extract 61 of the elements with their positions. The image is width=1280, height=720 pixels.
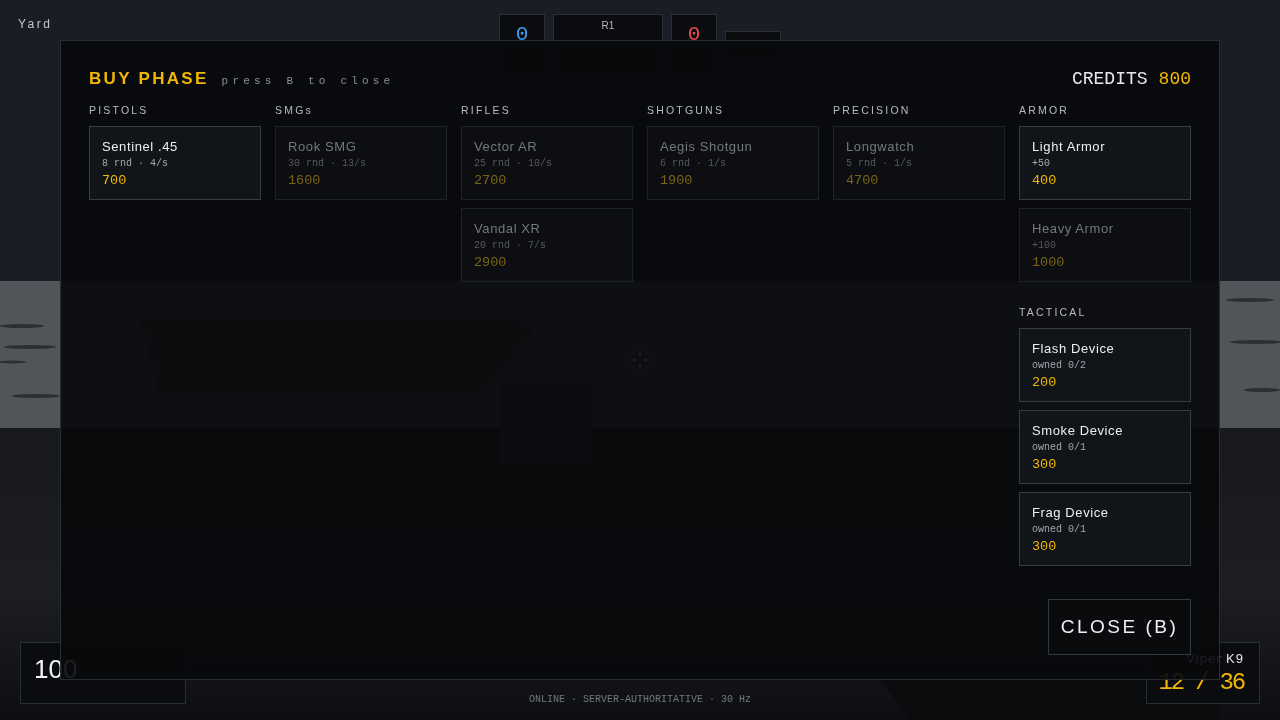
- buy-card[interactable]: Flash Device owned 0/2 200: [1019, 328, 1191, 402]
- item-stats: +50: [1032, 157, 1050, 170]
- item-price: 1900: [660, 172, 693, 190]
- item-stats: owned 0/1: [1032, 441, 1086, 454]
- item-name: Aegis Shotgun: [660, 138, 753, 155]
- item-price: 200: [1032, 374, 1057, 392]
- item-price: 1600: [288, 172, 321, 190]
- item-price: 400: [1032, 172, 1057, 190]
- item-name: Flash Device: [1032, 340, 1115, 357]
- item-name: Frag Device: [1032, 504, 1109, 521]
- item-stats: owned 0/2: [1032, 359, 1086, 372]
- buy-card[interactable]: Light Armor +50 400: [1019, 126, 1191, 200]
- team-score: 0: [515, 22, 529, 48]
- item-price: 4700: [846, 172, 879, 190]
- buy-card[interactable]: Longwatch 5 rnd · 1/s 4700: [833, 126, 1005, 200]
- item-price: 2700: [474, 172, 507, 190]
- close-hint: press B to close: [221, 75, 395, 87]
- category-heading: SHOTGUNS: [647, 104, 725, 117]
- credits-label: CREDITS: [1071, 69, 1148, 89]
- buy-card[interactable]: Smoke Device owned 0/1 300: [1019, 410, 1191, 484]
- item-stats: +100: [1032, 239, 1056, 252]
- item-name: Vandal XR: [474, 220, 541, 237]
- item-price: 300: [1032, 538, 1057, 556]
- buy-card[interactable]: Sentinel .45 8 rnd · 4/s 700: [89, 126, 261, 200]
- item-name: Vector AR: [474, 138, 538, 155]
- item-name: Rook SMG: [288, 138, 357, 155]
- item-name: Longwatch: [846, 138, 915, 155]
- category-heading: RIFLES: [461, 104, 511, 117]
- category-heading: SMGs: [275, 104, 313, 117]
- item-stats: 8 rnd · 4/s: [102, 157, 168, 170]
- buy-card[interactable]: Rook SMG 30 rnd · 13/s 1600: [275, 126, 447, 200]
- item-name: Sentinel .45: [102, 138, 178, 155]
- buy-card[interactable]: Aegis Shotgun 6 rnd · 1/s 1900: [647, 126, 819, 200]
- buy-card[interactable]: Vector AR 25 rnd · 10/s 2700: [461, 126, 633, 200]
- category-heading: TACTICAL: [1019, 306, 1087, 319]
- item-price: 2900: [474, 254, 507, 272]
- item-price: 300: [1032, 456, 1057, 474]
- buy-card[interactable]: Vandal XR 20 rnd · 7/s 2900: [461, 208, 633, 282]
- item-price: 700: [102, 172, 127, 190]
- close-button[interactable]: CLOSE (B): [1048, 599, 1191, 655]
- item-stats: 30 rnd · 13/s: [288, 157, 366, 170]
- buy-card[interactable]: Heavy Armor +100 1000: [1019, 208, 1191, 282]
- item-price: 1000: [1032, 254, 1065, 272]
- item-stats: 6 rnd · 1/s: [660, 157, 726, 170]
- item-name: Heavy Armor: [1032, 220, 1114, 237]
- item-stats: 20 rnd · 7/s: [474, 239, 546, 252]
- item-stats: 5 rnd · 1/s: [846, 157, 912, 170]
- team-score: 0: [687, 22, 701, 48]
- credits-value: 800: [1158, 69, 1191, 89]
- category-heading: PRECISION: [833, 104, 911, 117]
- item-stats: owned 0/1: [1032, 523, 1086, 536]
- buy-menu-title: BUY PHASE: [89, 69, 209, 89]
- buy-card[interactable]: Frag Device owned 0/1 300: [1019, 492, 1191, 566]
- round-label: R1: [601, 19, 615, 33]
- category-heading: PISTOLS: [89, 104, 149, 117]
- item-stats: 25 rnd · 10/s: [474, 157, 552, 170]
- location-label: Yard: [18, 16, 53, 32]
- item-name: Light Armor: [1032, 138, 1106, 155]
- connection-status-text: ONLINE · SERVER-AUTHORITATIVE · 30 Hz: [528, 694, 751, 706]
- item-name: Smoke Device: [1032, 422, 1123, 439]
- category-heading: ARMOR: [1019, 104, 1070, 117]
